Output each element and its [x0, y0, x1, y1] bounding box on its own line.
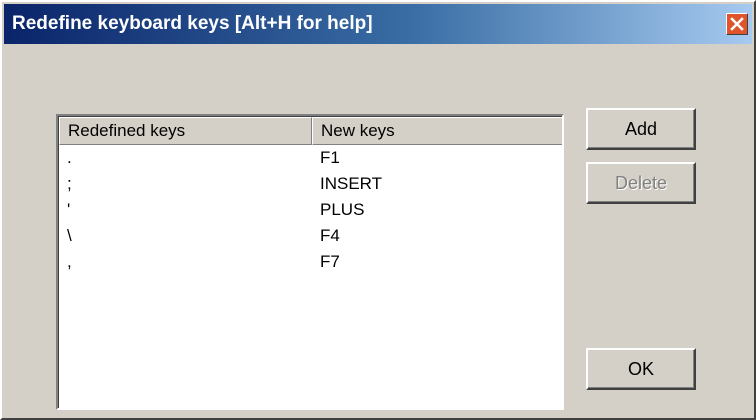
redefined-key-cell: .: [67, 148, 72, 167]
delete-button[interactable]: Delete: [586, 162, 696, 204]
new-key-cell: PLUS: [320, 200, 365, 219]
column-header-redefined-keys[interactable]: Redefined keys: [59, 117, 312, 145]
list-rows: . F1 ; INSERT ' PLUS \ F4 , F7: [59, 147, 562, 277]
new-key-cell: F1: [320, 148, 340, 167]
new-key-cell: INSERT: [320, 174, 383, 193]
list-row[interactable]: . F1: [59, 147, 562, 173]
redefined-keys-list[interactable]: Redefined keys New keys . F1 ; INSERT ' …: [56, 114, 564, 410]
add-button[interactable]: Add: [586, 108, 696, 150]
redefined-key-cell: \: [67, 226, 72, 245]
ok-button[interactable]: OK: [586, 348, 696, 390]
list-row[interactable]: ' PLUS: [59, 199, 562, 225]
dialog-window: Redefine keyboard keys [Alt+H for help] …: [0, 0, 756, 420]
close-button[interactable]: [726, 13, 748, 35]
title-bar[interactable]: Redefine keyboard keys [Alt+H for help]: [4, 4, 752, 44]
column-header-new-keys[interactable]: New keys: [312, 117, 562, 145]
redefined-key-cell: ,: [67, 252, 72, 271]
list-header: Redefined keys New keys: [59, 117, 562, 145]
new-key-cell: F4: [320, 226, 340, 245]
list-row[interactable]: , F7: [59, 251, 562, 277]
new-key-cell: F7: [320, 252, 340, 271]
redefined-key-cell: ;: [67, 174, 72, 193]
list-row[interactable]: \ F4: [59, 225, 562, 251]
close-icon: [730, 17, 744, 31]
list-row[interactable]: ; INSERT: [59, 173, 562, 199]
redefined-key-cell: ': [67, 200, 71, 219]
window-title: Redefine keyboard keys [Alt+H for help]: [12, 13, 373, 34]
